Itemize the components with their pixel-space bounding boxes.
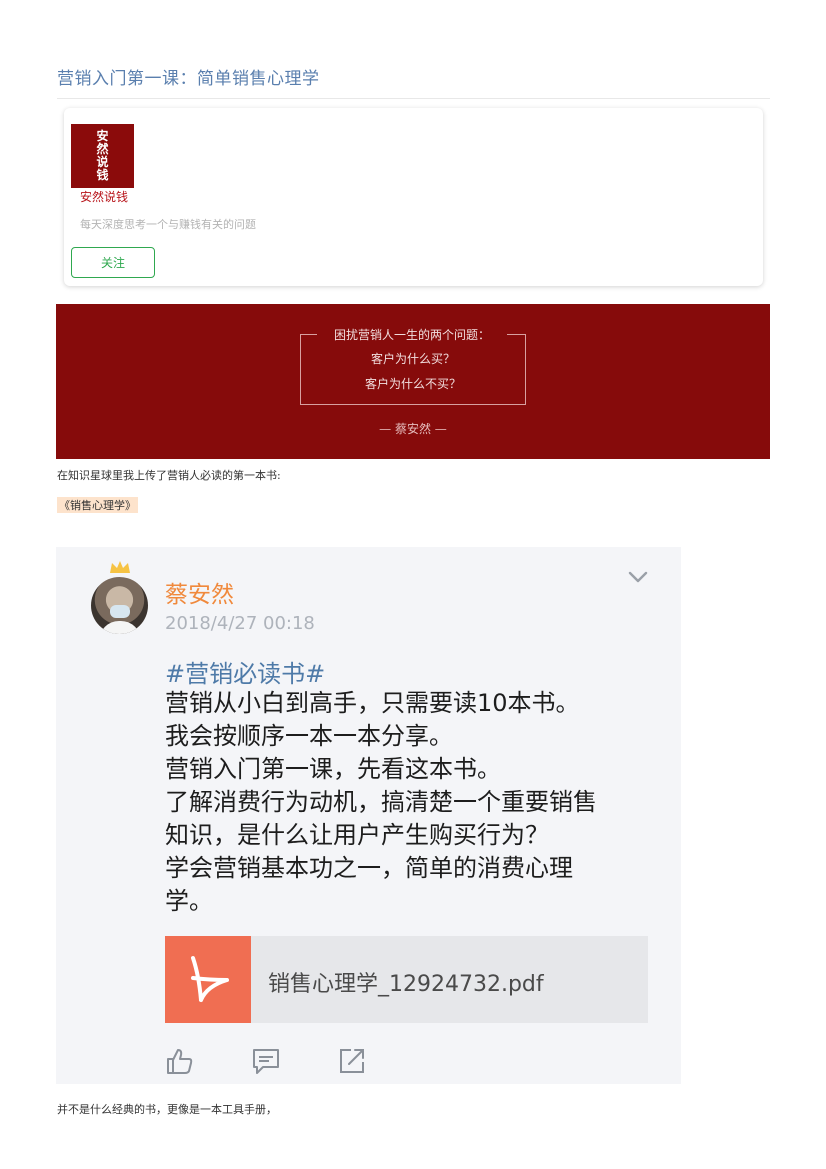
quote-banner: 困扰营销人一生的两个问题： 客户为什么买？ 客户为什么不买？ — 蔡安然 — (56, 304, 770, 459)
pdf-icon (165, 936, 251, 1023)
banner-question-2: 客户为什么不买？ (364, 377, 461, 391)
chevron-down-icon[interactable] (628, 569, 648, 585)
file-attachment[interactable]: 销售心理学_12924732.pdf (165, 936, 648, 1023)
post-line: 了解消费行为动机，搞清楚一个重要销售 (165, 788, 597, 816)
post-line: 营销从小白到高手，只需要读10本书。 (165, 689, 580, 717)
intro-paragraph: 在知识星球里我上传了营销人必读的第一本书: (57, 469, 281, 482)
book-tag: 《销售心理学》 (57, 497, 138, 513)
account-card: 安 然 说 钱 安然说钱 每天深度思考一个与赚钱有关的问题 关注 (64, 108, 763, 286)
account-name[interactable]: 安然说钱 (80, 188, 128, 205)
avatar[interactable] (91, 577, 148, 634)
share-icon[interactable] (337, 1046, 367, 1076)
frame-edge (300, 334, 317, 335)
follow-button[interactable]: 关注 (71, 247, 155, 278)
post-hashtag[interactable]: #营销必读书# (165, 654, 325, 689)
article-title: 营销入门第一课：简单销售心理学 (57, 69, 320, 89)
frame-edge (507, 334, 525, 335)
logo-char: 钱 (96, 168, 109, 182)
post-line: 营销入门第一课，先看这本书。 (165, 755, 501, 783)
account-logo[interactable]: 安 然 说 钱 (71, 124, 134, 188)
file-name: 销售心理学_12924732.pdf (268, 972, 544, 997)
banner-question-1: 客户为什么买？ (370, 352, 455, 366)
like-icon[interactable] (165, 1046, 195, 1076)
post-author[interactable]: 蔡安然 (165, 575, 234, 609)
crown-icon (110, 561, 130, 573)
title-divider (57, 98, 770, 99)
comment-icon[interactable] (251, 1046, 281, 1076)
post-line: 知识，是什么让用户产生购买行为？ (165, 821, 549, 849)
quote-frame (300, 334, 526, 405)
account-description: 每天深度思考一个与赚钱有关的问题 (80, 218, 256, 231)
post-line: 学会营销基本功之一，简单的消费心理 (165, 854, 573, 882)
post-line: 学。 (165, 887, 213, 915)
post-line: 我会按顺序一本一本分享。 (165, 722, 453, 750)
banner-signature: — 蔡安然 — (379, 422, 447, 436)
outro-paragraph: 并不是什么经典的书，更像是一本工具手册， (57, 1103, 277, 1116)
post-body: 营销从小白到高手，只需要读10本书。 我会按顺序一本一本分享。 营销入门第一课，… (165, 687, 665, 918)
post-screenshot: 蔡安然 2018/4/27 00:18 #营销必读书# 营销从小白到高手，只需要… (56, 547, 681, 1084)
banner-heading: 困扰营销人一生的两个问题： (333, 328, 490, 342)
post-date: 2018/4/27 00:18 (165, 613, 315, 634)
